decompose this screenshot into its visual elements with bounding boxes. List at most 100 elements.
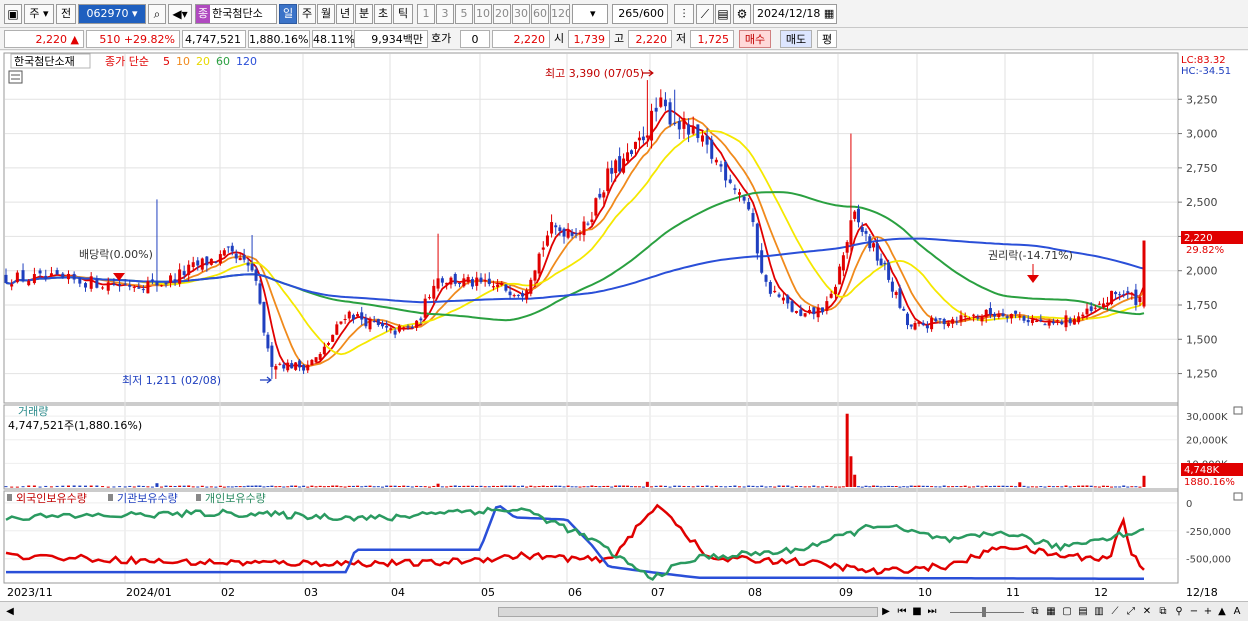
line-tool-icon[interactable]: ⟋ <box>1108 604 1122 620</box>
chart-scrollbar[interactable]: ◀ ▶ ⏮ ■ ⏭ ⧉ ▦ ▢ ▤ ▥ ⟋ ⤢ ✕ ⧉ ⚲ − + ▲ A <box>0 601 1248 621</box>
candle-body <box>738 192 742 195</box>
trend-tool-icon[interactable]: ⤢ <box>1124 604 1138 620</box>
interval-custom-select[interactable]: ▾ <box>572 4 608 24</box>
interval-5[interactable]: 5 <box>455 4 473 24</box>
scroll-track[interactable] <box>20 604 878 620</box>
zoom-in-icon[interactable]: + <box>1202 604 1214 620</box>
candle-body <box>934 318 938 322</box>
candle-body <box>773 290 777 293</box>
sell-button[interactable]: 매도 <box>780 30 812 48</box>
volume-bar <box>306 486 310 488</box>
period-type-button[interactable]: 전 <box>56 4 76 24</box>
x-axis-label: 08 <box>748 586 762 599</box>
x-axis-label: 2024/01 <box>126 586 172 599</box>
period-second[interactable]: 초 <box>374 4 392 24</box>
draw-tool-icon[interactable]: ⟋ <box>696 4 714 24</box>
interval-1[interactable]: 1 <box>417 4 435 24</box>
interval-20[interactable]: 20 <box>493 4 511 24</box>
gear-icon[interactable]: ⚙ <box>733 4 751 24</box>
view-table-icon[interactable]: ▥ <box>1092 604 1106 620</box>
volume-bar <box>78 485 82 487</box>
sound-icon[interactable]: ◀▾ <box>168 4 192 24</box>
volume-bar <box>898 486 902 488</box>
volume-bar <box>250 485 254 487</box>
search-icon[interactable]: ⌕ <box>148 4 166 24</box>
font-size-icon[interactable]: A <box>1230 604 1244 620</box>
view-list-icon[interactable]: ▤ <box>1076 604 1090 620</box>
window-menu-icon[interactable]: ▣ <box>4 4 22 24</box>
candle-body <box>38 270 42 274</box>
candle-body <box>182 271 186 276</box>
volume-bar <box>380 486 384 488</box>
volume-bar <box>1056 486 1060 488</box>
scroll-thumb[interactable] <box>498 607 878 617</box>
candle-body <box>123 283 127 285</box>
volume-bar <box>44 485 48 487</box>
scroll-right-icon[interactable]: ▶ <box>880 604 892 620</box>
avg-button[interactable]: 평 <box>817 30 837 48</box>
candle-body <box>1014 310 1018 314</box>
table-toggle-icon[interactable] <box>8 70 23 84</box>
view-single-icon[interactable]: ▢ <box>1060 604 1074 620</box>
ma-legend-prefix: 종가 단순 <box>105 55 149 68</box>
period-tick[interactable]: 틱 <box>393 4 413 24</box>
candle-body <box>930 317 934 330</box>
period-month[interactable]: 월 <box>317 4 335 24</box>
candle-body <box>470 279 474 287</box>
candle-body <box>860 227 864 232</box>
date-value: 2024/12/18 <box>757 7 821 20</box>
zoom-slider-handle[interactable] <box>982 607 986 617</box>
period-week[interactable]: 주 <box>298 4 316 24</box>
candle-body <box>902 308 906 311</box>
save-icon[interactable]: ▤ <box>715 4 731 24</box>
holding-panel-close-icon[interactable] <box>1233 492 1243 501</box>
candle-body <box>942 318 946 325</box>
volume-bar <box>101 486 105 488</box>
volume-bar <box>654 485 658 487</box>
view-grid-icon[interactable]: ▦ <box>1044 604 1058 620</box>
zoom-out-icon[interactable]: − <box>1188 604 1200 620</box>
period-day[interactable]: 일 <box>279 4 297 24</box>
volume-bar <box>427 486 431 488</box>
volume-bar <box>606 485 610 487</box>
chart-area[interactable]: 1,2501,5001,7502,0002,2502,5002,7503,000… <box>0 51 1248 601</box>
candle-body <box>864 230 868 234</box>
buy-button[interactable]: 매수 <box>739 30 771 48</box>
zoom-icon[interactable]: ⚲ <box>1172 604 1186 620</box>
candle-body <box>993 313 997 317</box>
volume-bar <box>118 486 122 488</box>
candle-body <box>380 322 384 327</box>
stock-code-input[interactable]: 062970 ▾ <box>78 4 146 24</box>
turnover-pct: 48.11% <box>312 30 355 48</box>
market-select[interactable]: 주 ▾ <box>24 4 54 24</box>
scroll-left-icon[interactable]: ◀ <box>4 604 16 620</box>
scroll-start-icon[interactable]: ⏮ <box>895 604 909 620</box>
interval-30[interactable]: 30 <box>512 4 530 24</box>
period-minute[interactable]: 분 <box>355 4 373 24</box>
candle-body <box>368 318 372 330</box>
interval-60[interactable]: 60 <box>531 4 549 24</box>
volume-bar <box>419 486 423 488</box>
hoga-label: 호가 <box>431 32 452 45</box>
volume-panel-close-icon[interactable] <box>1233 406 1243 415</box>
calendar-icon[interactable]: ▦ <box>824 7 834 20</box>
candle-body <box>214 261 218 263</box>
cross-tool-icon[interactable]: ✕ <box>1140 604 1154 620</box>
candle-type-icon[interactable]: ⫶ <box>674 4 694 24</box>
data-count-field[interactable]: 265/600 <box>612 4 668 24</box>
scroll-up-icon[interactable]: ▲ <box>1216 604 1228 620</box>
interval-120[interactable]: 120 <box>550 4 570 24</box>
zoom-slider[interactable] <box>950 604 1024 620</box>
snapshot-icon[interactable]: ⧉ <box>1156 604 1170 620</box>
date-field[interactable]: 2024/12/18 ▦ <box>753 4 837 24</box>
volume-bar <box>872 485 876 487</box>
volume-bar <box>21 486 25 488</box>
stock-name-field[interactable]: 종 한국첨단소 <box>195 4 277 24</box>
interval-10[interactable]: 10 <box>474 4 492 24</box>
volume-bar <box>169 485 173 487</box>
period-year[interactable]: 년 <box>336 4 354 24</box>
view-split-icon[interactable]: ⧉ <box>1028 604 1042 620</box>
interval-3[interactable]: 3 <box>436 4 454 24</box>
scroll-end-icon[interactable]: ⏭ <box>925 604 939 620</box>
stop-icon[interactable]: ■ <box>911 604 923 620</box>
